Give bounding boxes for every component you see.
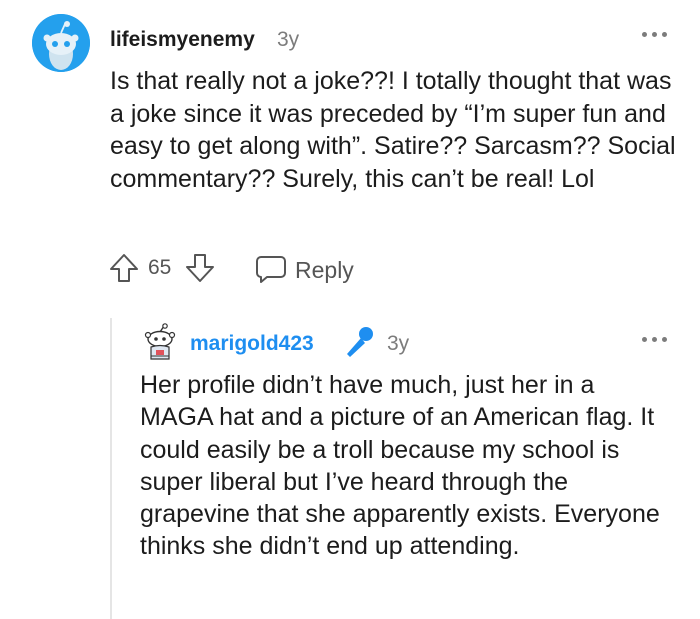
upvote-arrow-icon[interactable] bbox=[108, 252, 140, 284]
reply-username[interactable]: marigold423 bbox=[190, 332, 314, 356]
vote-score: 65 bbox=[148, 256, 172, 279]
avatar-main[interactable] bbox=[32, 14, 90, 72]
main-timestamp: 3y bbox=[277, 28, 300, 51]
main-comment-body: Is that really not a joke??! I totally t… bbox=[110, 67, 676, 193]
reply-comment-body: Her profile didn’t have much, just her i… bbox=[140, 371, 660, 561]
snoo-avatar-icon bbox=[32, 14, 90, 72]
reply-more-button[interactable] bbox=[640, 333, 670, 345]
main-username[interactable]: lifeismyenemy bbox=[110, 28, 255, 52]
reply-label: Reply bbox=[295, 257, 354, 283]
snoo-avatar-icon bbox=[144, 323, 176, 360]
avatar-reply[interactable] bbox=[142, 323, 178, 363]
downvote-arrow-icon[interactable] bbox=[184, 252, 216, 284]
microphone-icon bbox=[347, 327, 373, 357]
reply-bubble-icon bbox=[256, 256, 286, 283]
thread-line[interactable] bbox=[110, 318, 112, 619]
main-more-button[interactable] bbox=[640, 28, 670, 40]
reply-timestamp: 3y bbox=[387, 332, 410, 355]
